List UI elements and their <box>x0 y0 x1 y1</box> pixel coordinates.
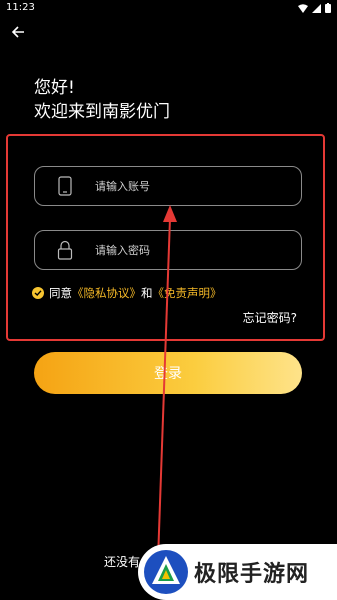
status-bar: 11:23 <box>0 0 337 18</box>
privacy-policy-link[interactable]: 《隐私协议》 <box>72 285 141 301</box>
arrow-left-icon <box>11 26 24 38</box>
agree-prefix: 同意 <box>49 286 72 300</box>
phone-icon <box>35 176 95 196</box>
agreement-row: 同意 《隐私协议》 和 《免责声明》 <box>32 285 222 301</box>
greeting-line-1: 您好! <box>34 78 75 98</box>
watermark-banner: 极限手游网 <box>138 544 337 600</box>
wifi-icon <box>298 3 308 13</box>
login-button[interactable]: 登录 <box>34 352 302 394</box>
back-button[interactable] <box>8 22 28 42</box>
password-placeholder: 请输入密码 <box>95 244 150 257</box>
check-icon <box>34 290 42 296</box>
agree-and: 和 <box>141 286 153 300</box>
account-placeholder: 请输入账号 <box>95 180 150 193</box>
password-input[interactable]: 请输入密码 <box>34 230 302 270</box>
disclaimer-link[interactable]: 《免责声明》 <box>153 285 222 301</box>
agree-checkbox[interactable] <box>32 287 44 299</box>
account-input[interactable]: 请输入账号 <box>34 166 302 206</box>
signal-icon <box>312 3 321 13</box>
watermark-text: 极限手游网 <box>194 561 310 587</box>
lock-icon <box>35 240 95 260</box>
welcome-greeting: 您好! 欢迎来到南影优门 <box>34 76 170 124</box>
forgot-password-link[interactable]: 忘记密码? <box>243 309 297 326</box>
register-hint[interactable]: 还没有 <box>104 553 140 570</box>
battery-icon <box>325 3 331 13</box>
status-icons <box>298 3 331 13</box>
greeting-line-2: 欢迎来到南影优门 <box>34 102 170 122</box>
status-time: 11:23 <box>6 2 35 13</box>
watermark-logo-icon <box>144 550 188 594</box>
